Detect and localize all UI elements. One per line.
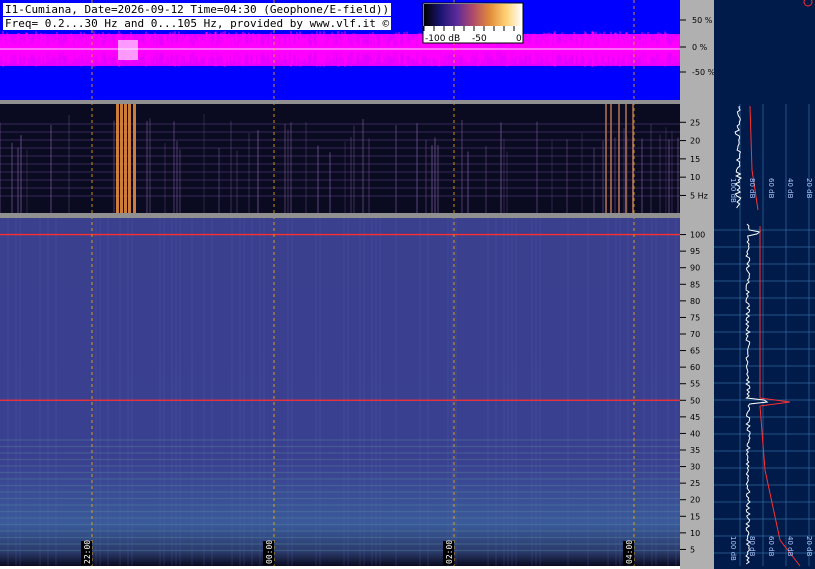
high-freq-tick-label: 50 [690, 396, 700, 405]
side-db-tick-label: 60 dB [767, 536, 775, 557]
low-freq-tick-label: 25 [690, 118, 700, 127]
side-db-tick-label: 100 dB [729, 178, 737, 203]
time-tick-text: 02:00 [445, 540, 454, 564]
low-spectrogram-burst [610, 104, 612, 213]
high-spectrogram-panel [0, 218, 680, 566]
frequency-info-line-2: Freq= 0.2...30 Hz and 0...105 Hz, provid… [3, 17, 392, 30]
side-db-tick-label: 100 dB [729, 536, 737, 561]
time-tick-text: 22:00 [83, 540, 92, 564]
high-freq-tick-label: 35 [690, 446, 700, 455]
high-freq-tick-label: 10 [690, 529, 700, 538]
high-freq-tick-label: 65 [690, 347, 700, 356]
high-freq-tick-label: 90 [690, 264, 700, 273]
station-info-line-1: I1-Cumiana, Date=2026-09-12 Time=04:30 (… [3, 3, 392, 16]
low-spectrogram-burst [133, 104, 136, 213]
high-freq-tick-label: 15 [690, 512, 700, 521]
low-spectrogram-burst [625, 104, 627, 213]
low-freq-tick-label: 20 [690, 137, 700, 146]
separator-1 [0, 100, 680, 104]
side-db-tick-label: 80 dB [748, 536, 756, 557]
side-db-tick-label: 20 dB [805, 178, 813, 199]
low-spectrogram-burst [128, 104, 131, 213]
high-freq-tick-label: 100 [690, 231, 705, 240]
high-freq-tick-label: 75 [690, 313, 700, 322]
colorbar-label: 0 [516, 34, 522, 44]
time-tick-text: 00:00 [265, 540, 274, 564]
low-freq-tick-label: 15 [690, 155, 700, 164]
side-spectrum-panel [714, 0, 815, 569]
side-db-tick-label: 60 dB [767, 178, 775, 199]
side-db-tick-label: 40 dB [786, 178, 794, 199]
high-freq-tick-label: 25 [690, 479, 700, 488]
high-freq-tick-label: 85 [690, 280, 700, 289]
high-freq-tick-label: 70 [690, 330, 700, 339]
high-freq-tick-label: 5 [690, 545, 695, 554]
separator-2 [0, 213, 680, 218]
low-freq-tick-label: 5 Hz [690, 191, 708, 200]
high-freq-tick-label: 40 [690, 429, 700, 438]
colorbar-label: -100 dB [425, 34, 460, 44]
side-db-tick-label: 20 dB [805, 536, 813, 557]
low-freq-tick-label: 10 [690, 173, 700, 182]
high-freq-tick-label: 55 [690, 380, 700, 389]
waveform-tick-label: 0 % [692, 43, 708, 52]
waveform-tick-label: -50 % [692, 68, 716, 77]
side-db-tick-label: 40 dB [786, 536, 794, 557]
time-tick-label: 04:00 [623, 540, 634, 565]
high-freq-tick-label: 30 [690, 463, 700, 472]
waveform-burst [118, 40, 138, 60]
high-freq-tick-label: 95 [690, 247, 700, 256]
waveform-tick-label: 50 % [692, 16, 713, 25]
high-freq-tick-label: 80 [690, 297, 700, 306]
low-spectrogram-burst [120, 104, 123, 213]
time-tick-label: 22:00 [81, 540, 92, 565]
time-tick-label: 00:00 [263, 540, 274, 565]
spectrogram-display: 22:00 00:00 02:00 04:00 50 % 0 % -50 % 25 20 15 10… [0, 0, 815, 569]
high-freq-tick-label: 45 [690, 413, 700, 422]
low-spectrogram-burst [605, 104, 607, 213]
colorbar-label: -50 [472, 34, 487, 44]
colorbar-gradient [424, 4, 522, 26]
time-tick-label: 02:00 [443, 540, 454, 565]
low-spectrogram-burst [618, 104, 620, 213]
high-freq-tick-label: 20 [690, 496, 700, 505]
side-db-tick-label: 80 dB [748, 178, 756, 199]
low-spectrogram-burst [116, 104, 119, 213]
high-freq-tick-label: 60 [690, 363, 700, 372]
low-spectrogram-burst [124, 104, 127, 213]
time-tick-text: 04:00 [625, 540, 634, 564]
